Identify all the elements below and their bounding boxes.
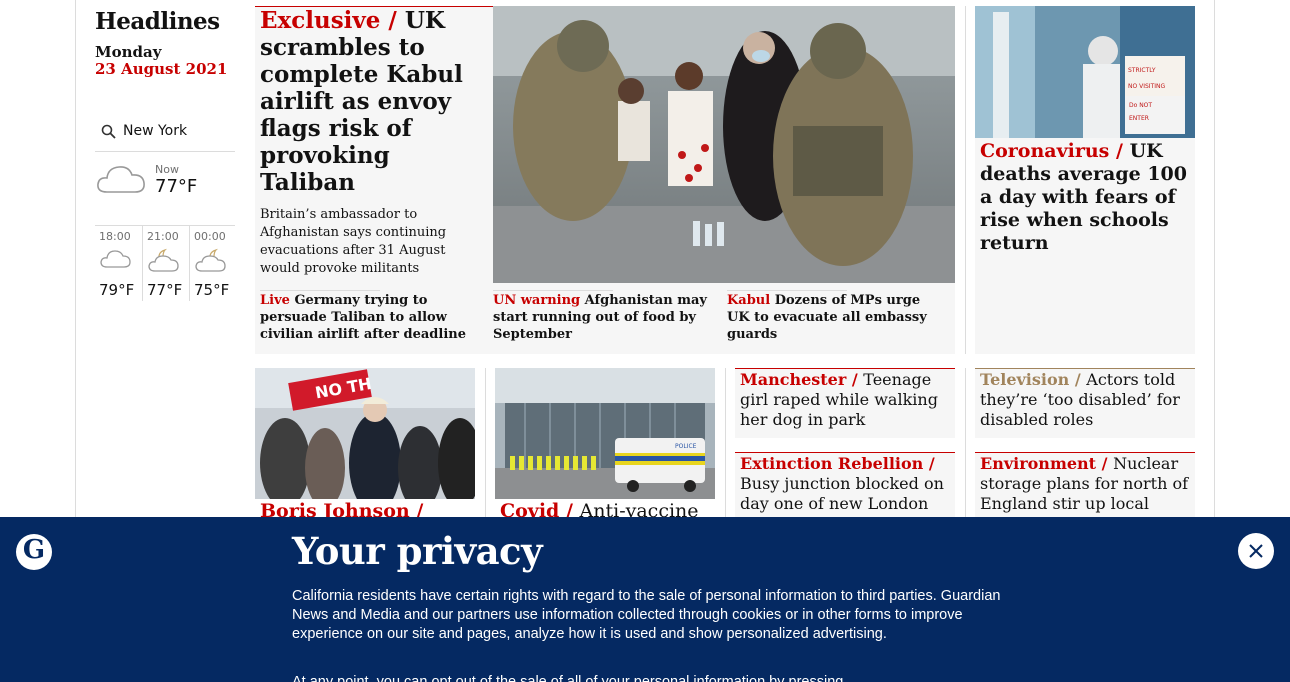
television-story-kicker: Television / [980,370,1081,389]
main-story-sublink[interactable]: Kabul Dozens of MPs urge UK to evacuate … [727,290,947,343]
environment-story-kicker: Environment / [980,454,1108,473]
forecast-temp: 77°F [147,281,183,299]
forecast-time: 00:00 [194,230,226,243]
sign-text: ENTER [1129,115,1149,122]
moon-cloud-icon [194,246,228,278]
sublink-kicker: UN warning [493,293,581,308]
logo-letter: G [22,535,46,565]
sublink-kicker: Live [260,293,290,308]
forecast-time: 21:00 [147,230,179,243]
main-story-kicker: Exclusive / [260,7,397,34]
van-label: POLICE [675,443,697,450]
main-story-headline[interactable]: Exclusive / UK scrambles to complete Kab… [260,7,485,196]
privacy-text-continued: At any point, you can opt out of the sal… [292,674,844,682]
sign-text: STRICTLY [1128,67,1156,74]
section-title: Headlines [95,8,220,35]
sublink-text: Germany trying to persuade Taliban to al… [260,293,466,342]
manchester-story-headline: Manchester / Teenage girl raped while wa… [740,370,952,430]
column-divider [965,6,966,354]
close-button[interactable] [1238,533,1274,569]
extinction-story-headline: Extinction Rebellion / Busy junction blo… [740,454,952,518]
manchester-story-card[interactable]: Manchester / Teenage girl raped while wa… [735,368,955,438]
weather-now-label: Now [155,163,179,176]
cloud-icon [95,160,147,200]
covid-story-image[interactable]: POLICE [495,368,715,499]
forecast-temp: 75°F [194,281,230,299]
moon-cloud-icon [147,246,181,278]
main-story-sublink[interactable]: UN warning Afghanistan may start running… [493,290,718,343]
edition-day: Monday [95,43,162,61]
column-divider [485,368,486,518]
search-icon [101,124,117,144]
extinction-story-headline-text: Busy junction blocked on day one of new … [740,474,944,518]
extinction-story-kicker: Extinction Rebellion / [740,454,935,473]
environment-story-card[interactable]: Environment / Nuclear storage plans for … [975,452,1195,518]
privacy-title: Your privacy [292,529,543,573]
main-story-standfirst: Britain’s ambassador to Afghanistan says… [260,207,447,276]
sublink-kicker: Kabul [727,293,771,308]
guardian-logo-icon: G [16,534,52,570]
forecast-temp: 79°F [99,281,135,299]
sign-text: NO VISITING [1128,83,1165,90]
column-divider [725,368,726,518]
close-icon [1238,544,1274,573]
main-story-image[interactable] [493,6,955,283]
forecast-time: 18:00 [99,230,131,243]
forecast-item: 18:00 79°F [95,226,141,301]
weather-now-temp: 77°F [155,176,198,197]
johnson-story-image[interactable]: NO TH [255,368,475,499]
weather-forecast: 18:00 79°F 21:00 77°F 00:00 75°F [95,225,235,301]
privacy-text: California residents have certain rights… [292,588,1001,642]
sign-text: Do NOT [1129,102,1152,109]
side-story-image[interactable]: STRICTLY NO VISITING Do NOT ENTER [975,6,1195,138]
edition-date: 23 August 2021 [95,60,228,78]
television-story-card[interactable]: Television / Actors told they’re ‘too di… [975,368,1195,438]
privacy-banner: G Your privacy California residents have… [0,517,1290,682]
environment-story-headline: Environment / Nuclear storage plans for … [980,454,1192,518]
main-story-headline-text: UK scrambles to complete Kabul airlift a… [260,7,463,196]
forecast-item: 00:00 75°F [189,226,235,301]
side-story-kicker: Coronavirus / [980,140,1123,162]
cloud-icon [99,246,133,274]
weather-location: New York [123,123,188,139]
weather-location-search[interactable]: New York [95,116,235,152]
side-story-headline[interactable]: Coronavirus / UK deaths average 100 a da… [980,140,1190,255]
television-story-headline: Television / Actors told they’re ‘too di… [980,370,1192,430]
column-divider [965,368,966,518]
forecast-item: 21:00 77°F [142,226,188,301]
extinction-story-card[interactable]: Extinction Rebellion / Busy junction blo… [735,452,955,518]
manchester-story-kicker: Manchester / [740,370,858,389]
main-story-sublink[interactable]: Live Germany trying to persuade Taliban … [260,290,485,343]
